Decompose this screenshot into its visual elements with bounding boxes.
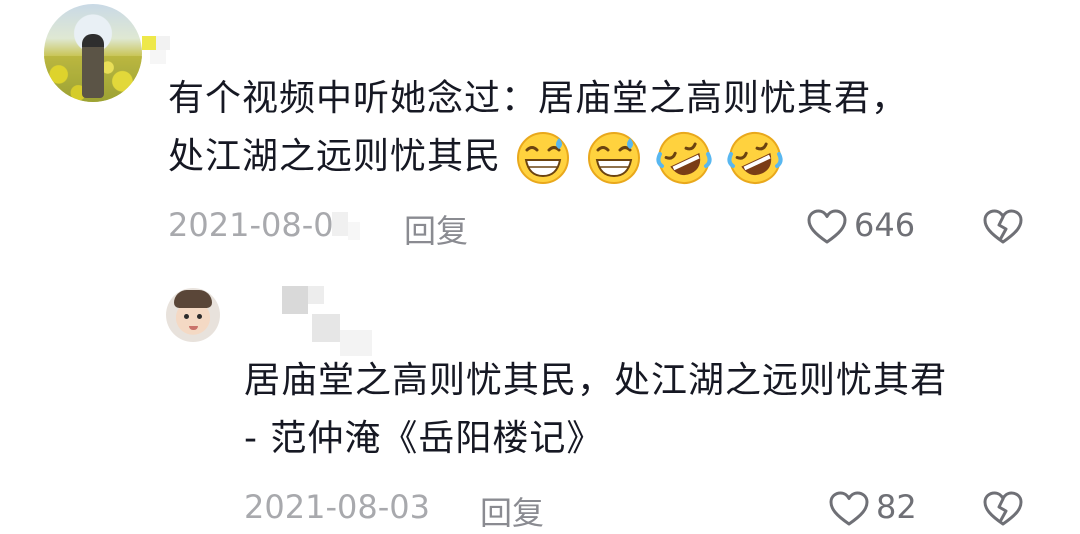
rofl-icon [656, 132, 712, 184]
username-mosaic [312, 314, 340, 342]
reply-button[interactable]: 回复 [480, 488, 544, 534]
comment-date: 2021-08-03 [244, 488, 430, 526]
username-mosaic [282, 286, 308, 314]
username-mosaic [142, 36, 156, 50]
username-mosaic [150, 50, 166, 64]
comment-text-line: - 范仲淹《岳阳楼记》 [244, 418, 604, 459]
avatar[interactable] [44, 4, 142, 102]
like-count: 646 [854, 206, 916, 244]
broken-heart-icon[interactable] [982, 490, 1024, 528]
like-count: 82 [876, 488, 917, 526]
comment-text: 居庙堂之高则忧其民，处江湖之远则忧其君 - 范仲淹《岳阳楼记》 [244, 352, 947, 468]
comment-text: 有个视频中听她念过：居庙堂之高则忧其君， 处江湖之远则忧其民 [168, 70, 908, 186]
rofl-icon [727, 132, 783, 184]
broken-heart-icon[interactable] [982, 208, 1024, 246]
grin-sweat-icon [587, 132, 640, 184]
reply-button[interactable]: 回复 [404, 206, 468, 252]
username-mosaic [156, 36, 170, 50]
grin-sweat-icon [517, 132, 570, 184]
heart-icon[interactable] [828, 490, 870, 528]
heart-icon[interactable] [806, 208, 848, 246]
comment-text-line: 处江湖之远则忧其民 [168, 136, 502, 177]
comment-date: 2021-08-0 [168, 206, 334, 244]
avatar[interactable] [166, 288, 220, 342]
username-mosaic [308, 286, 324, 304]
comment-text-line: 居庙堂之高则忧其民，处江湖之远则忧其君 [244, 360, 948, 401]
comment-text-line: 有个视频中听她念过：居庙堂之高则忧其君， [168, 78, 909, 119]
